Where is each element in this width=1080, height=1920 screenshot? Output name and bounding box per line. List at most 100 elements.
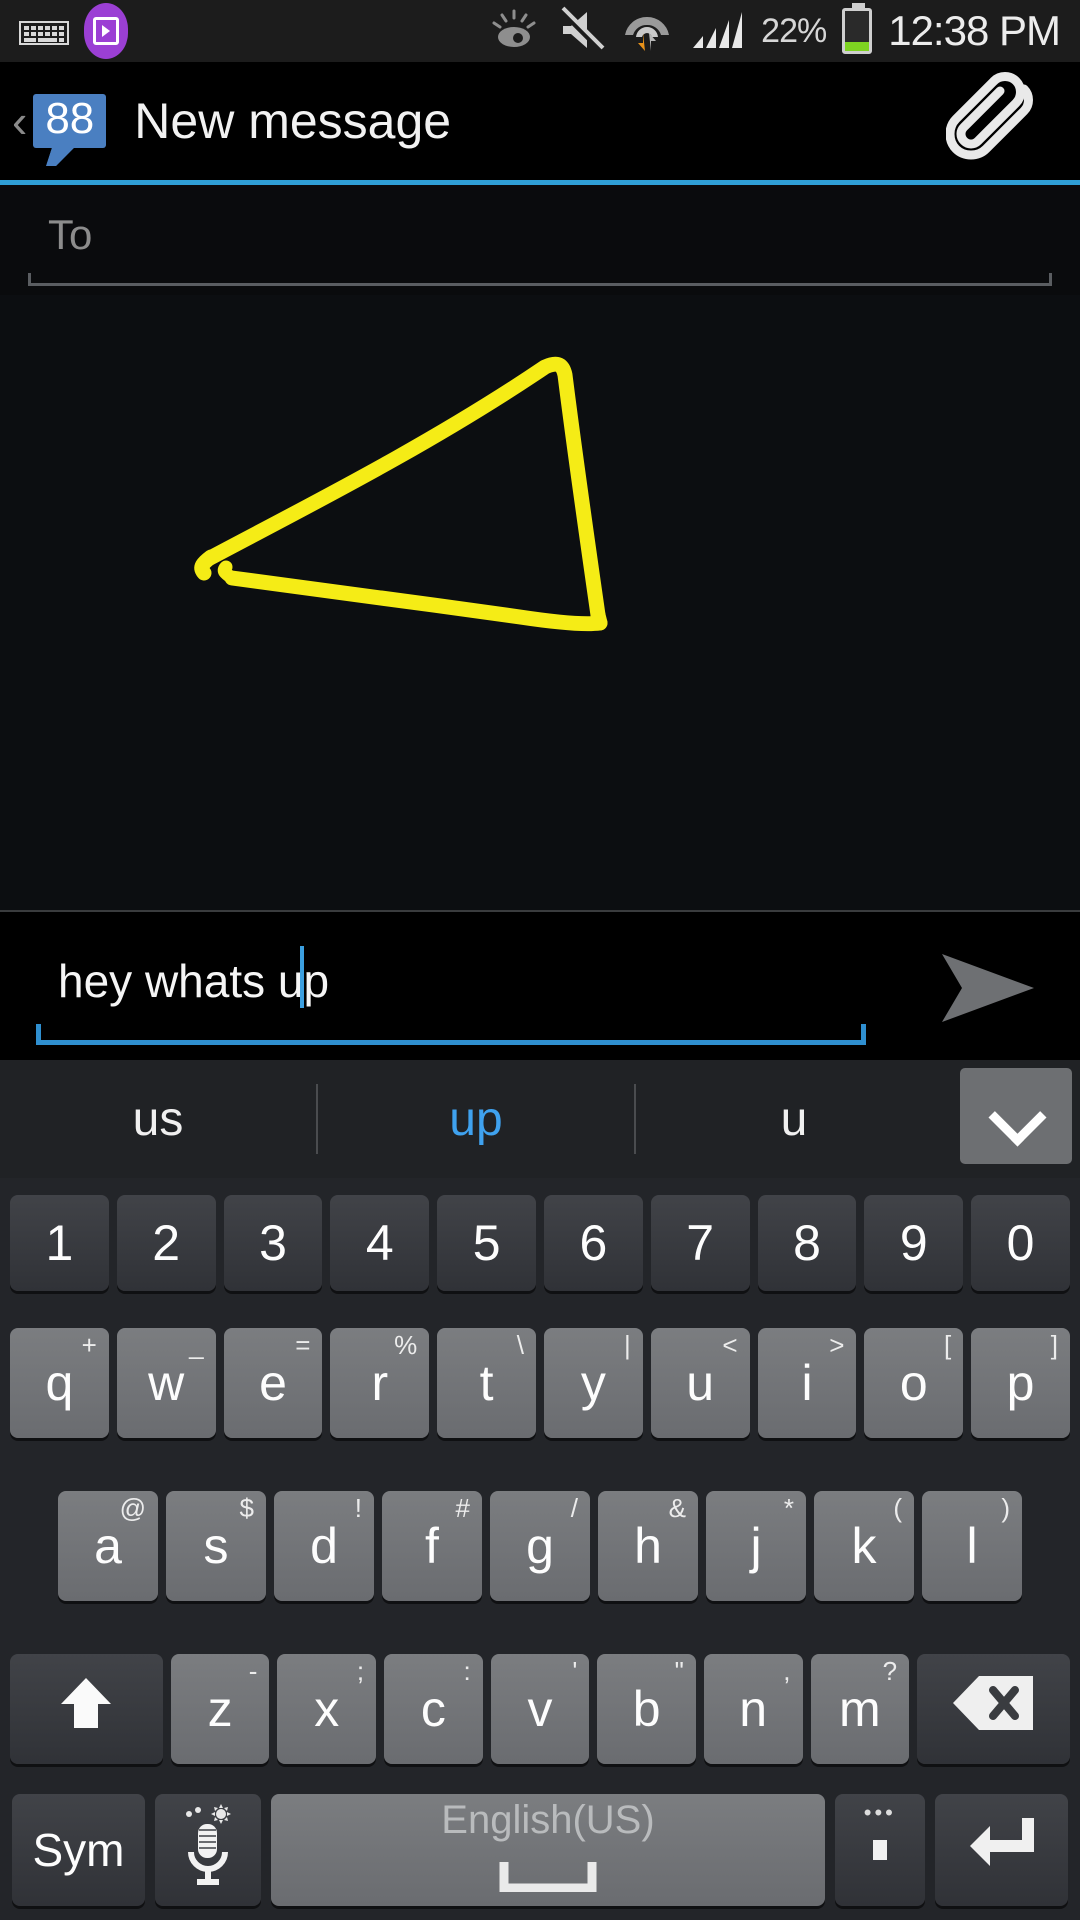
key-l[interactable]: ) l — [922, 1491, 1022, 1601]
message-input-bar[interactable]: hey whats up — [0, 910, 1080, 1060]
key-p[interactable]: ] p — [971, 1328, 1070, 1439]
status-bar: 22% 12:38 PM — [0, 0, 1080, 62]
key-alt-label: = — [295, 1330, 311, 1361]
attachment-icon[interactable] — [945, 71, 1046, 172]
key-4[interactable]: 4 — [330, 1195, 430, 1291]
unread-count-badge[interactable]: 88 — [33, 93, 107, 149]
key-alt-label: > — [829, 1330, 845, 1361]
key-b[interactable]: " b — [597, 1653, 696, 1764]
back-button[interactable]: ‹ — [12, 98, 27, 144]
key-label: a — [94, 1518, 122, 1574]
shift-arrow-icon — [55, 1672, 117, 1746]
key-w[interactable]: _ w — [116, 1328, 216, 1439]
symbols-key[interactable]: Sym — [12, 1794, 145, 1907]
expand-suggestions-button[interactable] — [960, 1068, 1072, 1164]
key-label: 2 — [152, 1215, 181, 1271]
key-alt-label: " — [674, 1655, 684, 1686]
key-label: f — [425, 1518, 439, 1574]
key-label: t — [479, 1355, 494, 1412]
key-n[interactable]: ,n — [703, 1653, 803, 1764]
drawing-canvas[interactable] — [0, 295, 1080, 910]
key-alt-label: $ — [239, 1493, 254, 1523]
enter-arrow-icon — [964, 1812, 1040, 1889]
key-x[interactable]: ; x — [277, 1653, 377, 1764]
key-alt-label: ; — [356, 1655, 365, 1686]
key-label: z — [207, 1680, 233, 1737]
key-2[interactable]: 2 — [116, 1195, 216, 1291]
key-label: j — [750, 1518, 762, 1574]
voice-input-key[interactable] — [154, 1794, 262, 1907]
key-alt-label: @ — [119, 1493, 146, 1523]
key-f[interactable]: # f — [382, 1491, 482, 1601]
media-app-icon — [84, 3, 128, 59]
key-s[interactable]: $ s — [166, 1491, 266, 1601]
keyboard-row-bottom-letters: -z ; x :c ' v " b ,n ? m — [4, 1627, 1076, 1790]
key-z[interactable]: -z — [170, 1653, 270, 1764]
smart-stay-eye-icon — [487, 7, 541, 56]
key-label: n — [739, 1680, 768, 1737]
key-g[interactable]: / g — [490, 1491, 590, 1601]
key-label: 6 — [579, 1215, 608, 1271]
key-alt-label: * — [783, 1493, 794, 1523]
to-underline — [28, 273, 1052, 286]
key-d[interactable]: ! d — [274, 1491, 374, 1601]
key-8[interactable]: 8 — [757, 1195, 857, 1291]
shift-key[interactable] — [10, 1653, 163, 1764]
key-alt-label: % — [394, 1330, 418, 1361]
key-label: 9 — [899, 1215, 928, 1271]
sound-muted-icon — [557, 6, 605, 57]
period-key[interactable]: ••• — [834, 1794, 926, 1907]
key-i[interactable]: > i — [757, 1328, 857, 1439]
suggestion-item-1[interactable]: up — [318, 1060, 634, 1178]
key-label: 8 — [793, 1215, 821, 1271]
key-label: 3 — [259, 1215, 287, 1271]
key-alt-label: : — [463, 1655, 471, 1686]
spacebar[interactable]: English(US) — [271, 1794, 825, 1907]
key-q[interactable]: + q — [10, 1328, 109, 1439]
key-c[interactable]: :c — [384, 1653, 483, 1764]
message-input[interactable]: hey whats up — [58, 954, 329, 1008]
key-alt-label: , — [783, 1655, 791, 1686]
key-o[interactable]: [o — [864, 1328, 964, 1439]
key-m[interactable]: ? m — [810, 1653, 910, 1764]
backspace-key[interactable] — [917, 1653, 1070, 1764]
send-button[interactable] — [938, 950, 1038, 1031]
battery-percent: 22% — [761, 11, 827, 50]
key-e[interactable]: = e — [223, 1328, 323, 1439]
recipient-field[interactable]: To — [0, 185, 1080, 295]
key-y[interactable]: | y — [544, 1328, 643, 1439]
suggestion-item-2[interactable]: u — [636, 1060, 952, 1178]
key-label: e — [259, 1355, 287, 1412]
cellular-signal-icon — [689, 6, 745, 57]
key-j[interactable]: * j — [706, 1491, 806, 1601]
key-6[interactable]: 6 — [544, 1195, 643, 1291]
key-k[interactable]: (k — [814, 1491, 914, 1601]
key-3[interactable]: 3 — [223, 1195, 323, 1291]
key-label: k — [851, 1518, 877, 1574]
spacebar-icon — [498, 1849, 598, 1903]
key-label: r — [371, 1355, 389, 1412]
key-r[interactable]: % r — [330, 1328, 430, 1439]
key-h[interactable]: & h — [598, 1491, 698, 1601]
key-label: 4 — [365, 1215, 394, 1271]
key-alt-label: + — [81, 1330, 97, 1361]
key-alt-label: - — [248, 1655, 258, 1686]
key-t[interactable]: \ t — [437, 1328, 536, 1439]
phone-screen: 22% 12:38 PM ‹ 88 New message To hey wha… — [0, 0, 1080, 1920]
key-0[interactable]: 0 — [971, 1195, 1070, 1291]
enter-key[interactable] — [935, 1794, 1068, 1907]
suggestion-item-0[interactable]: us — [0, 1060, 316, 1178]
key-label: 7 — [686, 1215, 715, 1271]
key-v[interactable]: ' v — [490, 1653, 590, 1764]
key-alt-label: | — [624, 1330, 631, 1361]
key-alt-label: ! — [354, 1493, 362, 1523]
period-glyph — [872, 1840, 887, 1861]
key-7[interactable]: 7 — [650, 1195, 750, 1291]
key-1[interactable]: 1 — [10, 1195, 109, 1291]
key-u[interactable]: < u — [650, 1328, 750, 1439]
key-5[interactable]: 5 — [437, 1195, 536, 1291]
key-9[interactable]: 9 — [864, 1195, 964, 1291]
key-a[interactable]: @ a — [58, 1491, 158, 1601]
keyboard-icon — [18, 16, 70, 46]
microphone-icon — [175, 1802, 241, 1899]
